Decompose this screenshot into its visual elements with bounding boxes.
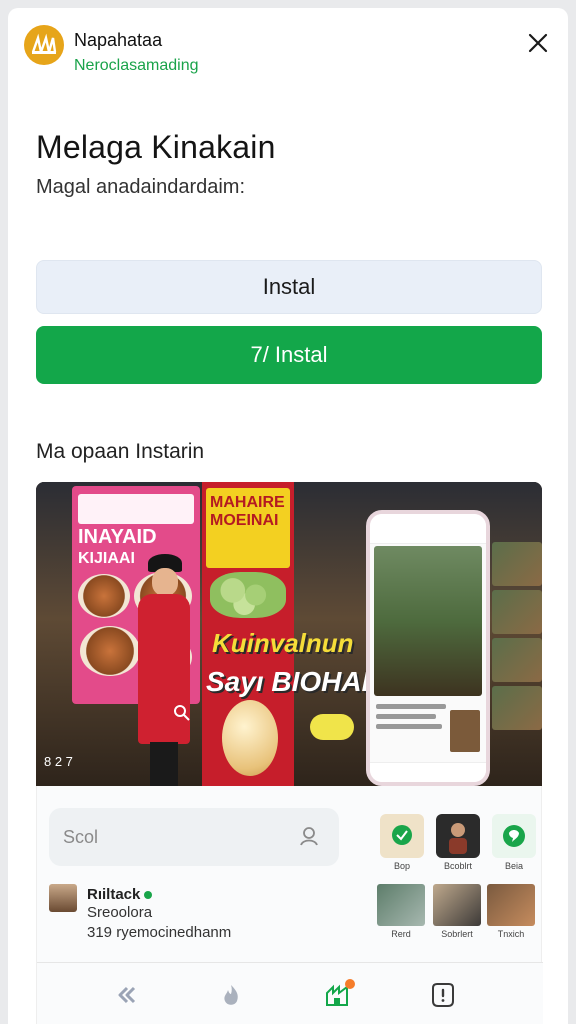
close-button[interactable] bbox=[523, 28, 553, 58]
app-tile-label: Bcoblrt bbox=[443, 861, 472, 871]
developer-name-text: Rıiltack bbox=[87, 886, 141, 903]
preview-screenshot[interactable]: INAYAID KIJIAAI MAHAIRE MOEINAI Kuinvaln… bbox=[36, 482, 542, 786]
thumb-image bbox=[433, 884, 481, 926]
app-tile-label: Beia bbox=[504, 861, 523, 871]
primary-install-button[interactable]: 7/ Instal bbox=[36, 326, 542, 384]
thumbnail-grid bbox=[492, 542, 542, 786]
grid-thumb bbox=[492, 638, 542, 682]
thumb-3[interactable]: Tnxich bbox=[487, 884, 535, 940]
melon-image bbox=[222, 700, 278, 776]
phone-text-line bbox=[376, 704, 446, 709]
thumb-1[interactable]: Rerd bbox=[377, 884, 425, 940]
search-placeholder: Scol bbox=[63, 826, 99, 847]
ticker-text: 8 2 7 bbox=[44, 754, 73, 769]
close-icon bbox=[528, 33, 548, 53]
phone-text-line bbox=[376, 714, 436, 719]
thumb-2[interactable]: Sobrlert bbox=[433, 884, 481, 940]
page-title: Melaga Kinakain bbox=[36, 129, 276, 165]
overlay-line1: Kuinvalnun bbox=[212, 628, 354, 658]
search-input[interactable]: Scol bbox=[49, 808, 339, 866]
app-tile-1[interactable]: Bop bbox=[379, 814, 425, 878]
thumb-image bbox=[487, 884, 535, 926]
phone-photo bbox=[374, 546, 482, 696]
back-icon bbox=[118, 986, 136, 1004]
avatar bbox=[49, 884, 77, 912]
poster-mid-banner: MAHAIRE MOEINAI bbox=[206, 488, 290, 568]
notification-badge bbox=[345, 979, 355, 989]
user-icon bbox=[300, 827, 318, 846]
thumb-label: Sobrlert bbox=[441, 929, 473, 939]
dish-image bbox=[78, 574, 130, 618]
developer-name: Rıiltack bbox=[87, 886, 153, 903]
thumb-label: Tnxich bbox=[497, 929, 525, 939]
developer-row[interactable]: Rıiltack Sreoolora 319 ryemocinedhanm bbox=[49, 884, 249, 944]
app-name: Napahataa bbox=[74, 30, 163, 50]
thumb-label: Rerd bbox=[391, 929, 411, 939]
nav-info[interactable] bbox=[429, 981, 457, 1009]
store-panel: Scol Bop Bcoblrt Beia Rıiltack Sreoolora… bbox=[36, 786, 543, 1024]
overlay-line2: Sayı BIOHAD bbox=[206, 666, 382, 697]
poster-left-line1: INAYAID bbox=[78, 526, 157, 548]
face bbox=[152, 568, 178, 596]
yellow-tag bbox=[310, 714, 354, 740]
phone-thumbnail bbox=[450, 710, 480, 752]
info-icon bbox=[432, 983, 454, 1007]
phone-text-line bbox=[376, 724, 442, 729]
woman-figure bbox=[128, 554, 198, 786]
grid-thumb bbox=[492, 686, 542, 730]
preview-heading: Ma opaan Instarin bbox=[36, 440, 205, 463]
app-tile-label: Bop bbox=[393, 861, 410, 871]
grid-thumb bbox=[492, 542, 542, 586]
magnifier-icon bbox=[174, 705, 190, 721]
phone-header bbox=[370, 514, 486, 544]
chat-bubble-icon bbox=[492, 814, 536, 858]
install-button[interactable]: Instal bbox=[36, 260, 542, 314]
developer-count: 319 ryemocinedhanm bbox=[87, 924, 232, 941]
page-description: Magal anadaindardaim: bbox=[36, 176, 246, 198]
app-tile-2[interactable]: Bcoblrt bbox=[435, 814, 481, 878]
poster-header bbox=[78, 494, 194, 524]
phone-nav bbox=[370, 762, 486, 782]
bottom-nav bbox=[37, 962, 543, 1024]
install-dialog: Napahataa Neroclasamading Melaga Kinakai… bbox=[8, 8, 568, 1024]
flame-icon bbox=[224, 985, 238, 1005]
verified-dot-icon bbox=[144, 891, 153, 899]
app-tile-3[interactable]: Beia bbox=[491, 814, 537, 878]
thumb-image bbox=[377, 884, 425, 926]
grid-thumb bbox=[492, 590, 542, 634]
app-logo bbox=[24, 25, 64, 65]
nav-store[interactable] bbox=[323, 979, 355, 1009]
poster-mid-text: MAHAIRE MOEINAI bbox=[210, 494, 285, 529]
chat-bubble-icon bbox=[380, 814, 424, 858]
portrait-icon bbox=[436, 814, 480, 858]
beans-image bbox=[210, 572, 286, 618]
nav-back[interactable] bbox=[113, 981, 141, 1009]
developer-subtitle: Sreoolora bbox=[87, 904, 153, 921]
legs bbox=[150, 742, 178, 786]
phone-mockup bbox=[366, 510, 490, 786]
app-subtitle: Neroclasamading bbox=[74, 57, 199, 74]
app-logo-icon bbox=[25, 26, 63, 64]
nav-trending[interactable] bbox=[217, 981, 245, 1009]
